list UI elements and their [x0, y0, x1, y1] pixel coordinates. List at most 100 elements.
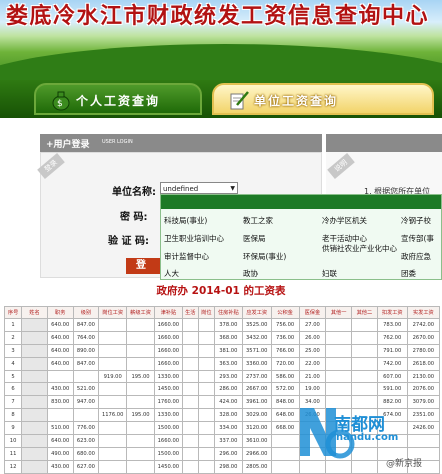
- table-cell: [270, 434, 300, 448]
- column-header: 其他二: [351, 306, 378, 319]
- table-cell: 830.00: [46, 395, 74, 410]
- table-cell: [325, 356, 352, 371]
- tab-label: 个人工资查询: [76, 94, 161, 108]
- column-header: 姓名: [21, 306, 48, 319]
- table-cell: 337.00: [213, 434, 243, 448]
- table-cell: 430.00: [46, 459, 74, 474]
- table-cell: [126, 459, 155, 474]
- column-header: 住房补贴: [213, 306, 243, 319]
- table-cell: [351, 330, 378, 345]
- table-cell: 286.00: [213, 382, 243, 397]
- table-cell: 2130.00: [406, 369, 441, 384]
- dropdown-item[interactable]: 审计监督中心: [164, 251, 209, 262]
- name-cell-redacted: [21, 434, 48, 448]
- table-cell: 680.00: [72, 446, 100, 461]
- table-cell: [270, 459, 300, 474]
- dropdown-item[interactable]: 卫生职业培训中心: [164, 233, 224, 244]
- table-cell: [197, 343, 215, 358]
- table-cell: [406, 434, 441, 448]
- table-cell: 640.00: [46, 343, 74, 358]
- table-cell: [126, 446, 155, 461]
- site-title: 娄底冷水江市财政统发工资信息查询中心: [6, 3, 430, 29]
- name-cell-redacted: [21, 356, 48, 371]
- table-cell: [351, 382, 378, 397]
- dropdown-item[interactable]: 团委: [401, 268, 416, 279]
- column-header: 实发工资: [406, 306, 441, 319]
- table-cell: [351, 459, 378, 474]
- dropdown-item[interactable]: 医保局: [243, 233, 266, 244]
- dropdown-item[interactable]: 环保局(事业): [243, 251, 286, 262]
- table-cell: [72, 369, 100, 384]
- login-title: +用户登录: [46, 140, 90, 150]
- login-button[interactable]: 登: [126, 258, 164, 274]
- tab-label: 单位工资查询: [254, 94, 339, 108]
- table-cell: 424.00: [213, 395, 243, 410]
- table-cell: 791.00: [376, 343, 408, 358]
- table-cell: [181, 446, 199, 461]
- dropdown-item[interactable]: 政协: [243, 268, 258, 279]
- dropdown-item[interactable]: 政府应急: [401, 251, 431, 262]
- table-cell: 3: [3, 343, 23, 358]
- table-row: 3 640.00 890.00 1660.00 381.00 3571.00 766.00 2…: [3, 343, 441, 358]
- table-cell: 490.00: [46, 446, 74, 461]
- tab-unit-salary[interactable]: 单位工资查询: [212, 83, 434, 115]
- table-cell: 1450.00: [153, 459, 183, 474]
- table-cell: [181, 382, 199, 397]
- table-cell: 3432.00: [241, 330, 272, 345]
- table-cell: 668.00: [270, 421, 300, 436]
- document-pen-icon: [230, 91, 249, 110]
- dropdown-item[interactable]: 冷办学区机关: [322, 215, 367, 226]
- table-cell: [181, 459, 199, 474]
- table-cell: [98, 382, 128, 397]
- dropdown-item[interactable]: 妇联: [322, 268, 337, 279]
- table-cell: [351, 369, 378, 384]
- table-cell: [98, 446, 128, 461]
- table-cell: 22.00: [298, 356, 327, 371]
- table-cell: 4: [3, 356, 23, 371]
- table-cell: [325, 318, 352, 332]
- dropdown-item[interactable]: 宣传部(事: [401, 233, 434, 244]
- table-cell: 640.00: [46, 330, 74, 345]
- table-cell: 3029.00: [241, 408, 272, 423]
- table-row: 4 640.00 847.00 1660.00 363.00 3360.00 720.00 2…: [3, 356, 441, 371]
- table-cell: [351, 356, 378, 371]
- table-cell: 3120.00: [241, 421, 272, 436]
- table-cell: [298, 459, 327, 474]
- table-cell: 627.00: [72, 459, 100, 474]
- table-cell: 521.00: [72, 382, 100, 397]
- table-cell: 2667.00: [241, 382, 272, 397]
- table-cell: [98, 459, 128, 474]
- dropdown-item[interactable]: 供销社农业产业化中心: [322, 244, 398, 253]
- table-cell: 1660.00: [153, 356, 183, 371]
- table-cell: 27.00: [298, 318, 327, 332]
- table-cell: [46, 369, 74, 384]
- dropdown-item[interactable]: 教工之家: [243, 215, 273, 226]
- table-row: 6 430.00 521.00 1450.00 286.00 2667.00 572.00 1…: [3, 382, 441, 397]
- table-cell: 3525.00: [241, 318, 272, 332]
- notice-header: [326, 134, 442, 152]
- table-cell: [197, 382, 215, 397]
- unit-name-select[interactable]: undefined ▼: [160, 182, 238, 194]
- table-row: 5 919.00 195.00 1330.00 293.00 2737.00 586.00 2…: [3, 369, 441, 384]
- dropdown-item[interactable]: 冷钢子校: [401, 215, 431, 226]
- column-header: 薪级工资: [126, 306, 155, 319]
- dropdown-item[interactable]: 老干活动中心: [322, 233, 367, 244]
- dropdown-item[interactable]: 科技局(事业): [164, 215, 207, 226]
- table-cell: 1176.00: [98, 408, 128, 423]
- table-cell: [197, 369, 215, 384]
- table-cell: [126, 434, 155, 448]
- column-header: 医保金: [298, 306, 327, 319]
- name-cell-redacted: [21, 421, 48, 436]
- tab-personal-salary[interactable]: $ 个人工资查询: [34, 83, 202, 115]
- name-cell-redacted: [21, 446, 48, 461]
- dropdown-item[interactable]: 人大: [164, 268, 179, 279]
- table-cell: 1760.00: [153, 395, 183, 410]
- table-cell: 195.00: [126, 369, 155, 384]
- table-cell: [98, 421, 128, 436]
- table-header-row: 序号 姓名 职务 级别 岗位工资 薪级工资 津补贴 生活 岗位 住房补贴 应发工资 公积金 医保金 其他一…: [3, 306, 441, 319]
- table-cell: 640.00: [46, 318, 74, 332]
- table-cell: 430.00: [46, 382, 74, 397]
- table-cell: 1660.00: [153, 318, 183, 332]
- table-cell: [197, 408, 215, 423]
- table-cell: 2805.00: [241, 459, 272, 474]
